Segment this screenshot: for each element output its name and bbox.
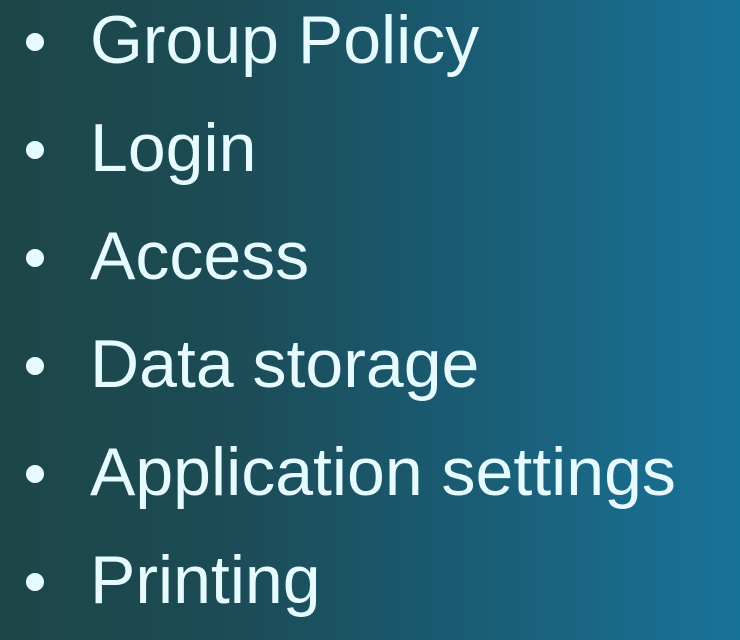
bullet-text: Access [90, 218, 310, 294]
bullet-dot-icon [26, 141, 44, 159]
list-item: Access [0, 216, 740, 316]
list-item: Group Policy [0, 0, 740, 100]
list-item: Login [0, 108, 740, 208]
bullet-dot-icon [26, 33, 44, 51]
bullet-text: Group Policy [90, 2, 480, 78]
bullet-dot-icon [26, 465, 44, 483]
bullet-dot-icon [26, 573, 44, 591]
bullet-text: Application settings [90, 434, 676, 510]
list-item: Printing [0, 540, 740, 640]
bullet-text: Login [90, 110, 257, 186]
bullet-dot-icon [26, 249, 44, 267]
list-item: Application settings [0, 432, 740, 532]
bullet-text: Printing [90, 542, 321, 618]
bullet-dot-icon [26, 357, 44, 375]
slide: Group Policy Login Access Data storage A… [0, 0, 740, 618]
bullet-text: Data storage [90, 326, 480, 402]
list-item: Data storage [0, 324, 740, 424]
